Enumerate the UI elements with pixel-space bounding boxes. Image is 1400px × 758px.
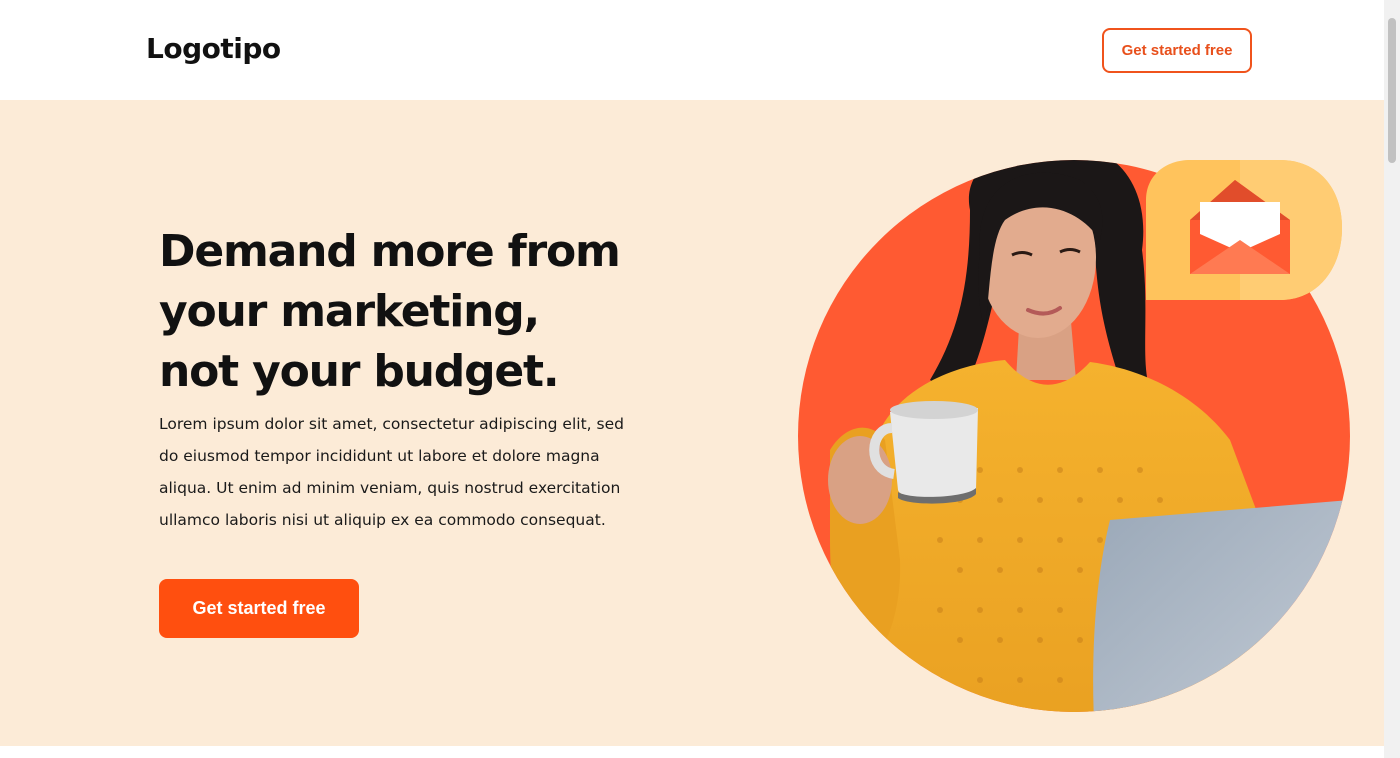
hero-title: Demand more from your marketing, not you… — [159, 226, 621, 397]
hero-description: Lorem ipsum dolor sit amet, consectetur … — [159, 415, 624, 529]
header-get-started-button[interactable]: Get started free — [1102, 28, 1252, 73]
laptop — [1093, 500, 1350, 712]
page-bottom — [0, 746, 1384, 758]
vertical-scrollbar[interactable] — [1384, 0, 1400, 758]
scrollbar-thumb[interactable] — [1388, 18, 1396, 163]
site-header: Logotipo Get started free — [0, 0, 1384, 100]
hero-illustration — [798, 160, 1350, 712]
hero-section: Demand more from your marketing, not you… — [0, 100, 1384, 746]
logo[interactable]: Logotipo — [146, 32, 281, 65]
hero-get-started-button[interactable]: Get started free — [159, 579, 359, 638]
envelope-badge — [1146, 160, 1342, 300]
